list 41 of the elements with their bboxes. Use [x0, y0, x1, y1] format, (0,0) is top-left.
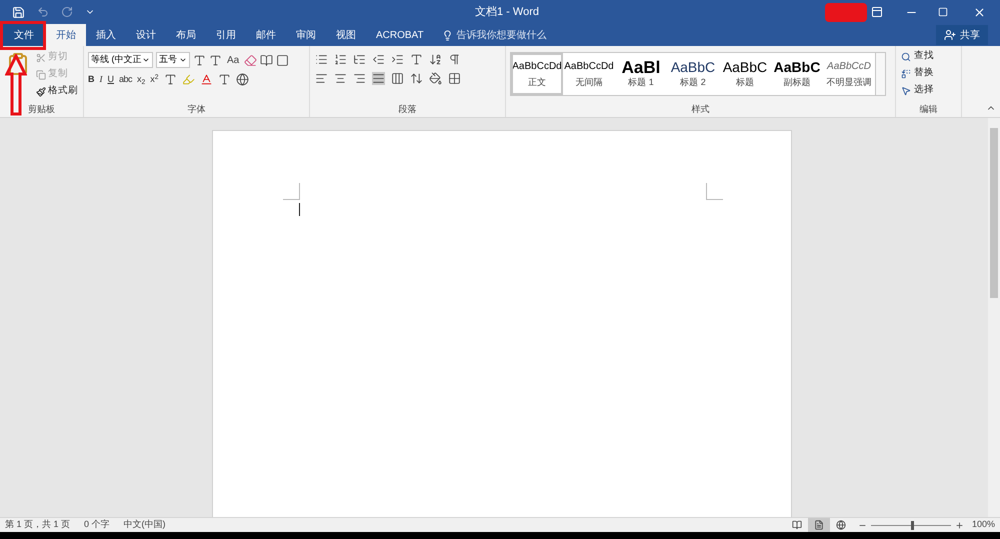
format-button[interactable]: B	[88, 73, 94, 86]
style-item[interactable]: AaBbC 副标题	[771, 53, 823, 95]
ribbon-tab[interactable]: ACROBAT	[366, 24, 434, 46]
group-label: 字体	[188, 103, 206, 116]
editing-button[interactable]: 查找	[901, 49, 956, 64]
format-button[interactable]: U	[108, 73, 114, 86]
share-button[interactable]: 共享	[936, 25, 988, 45]
group-label: 编辑	[920, 103, 938, 116]
group-label: 段落	[398, 103, 416, 116]
style-item[interactable]: AaBbCcDd 无间隔	[563, 53, 615, 95]
ribbon-tab[interactable]: 文件	[2, 24, 46, 46]
style-item[interactable]: AaBbC 标题	[719, 53, 771, 95]
ribbon-tab[interactable]: 设计	[126, 24, 166, 46]
font-name-field[interactable]: 等线 (中文正	[88, 52, 153, 68]
style-item[interactable]: AaBbCcD 不明显强调	[823, 53, 875, 95]
style-item[interactable]: AaBbC 标题 2	[667, 53, 719, 95]
ribbon-tab[interactable]: 布局	[166, 24, 206, 46]
format-button[interactable]: abc	[119, 73, 132, 86]
format-button[interactable]: x$_{2}$	[137, 73, 146, 86]
change-case-button[interactable]: Aa	[225, 52, 242, 68]
ribbon-tab[interactable]: 开始	[46, 24, 86, 46]
ribbon-tab[interactable]: 插入	[86, 24, 126, 46]
window-title: 文档1 - Word	[474, 4, 540, 20]
font-size-field[interactable]: 五号	[156, 52, 190, 68]
group-label: 样式	[692, 103, 710, 116]
ribbon-tab[interactable]: 视图	[326, 24, 366, 46]
format-button[interactable]: x$^{2}$	[150, 73, 159, 86]
zoom-level[interactable]: 100%	[972, 518, 995, 532]
style-item[interactable]: AaBl 标题 1	[615, 53, 667, 95]
editing-button[interactable]: 替换	[901, 66, 956, 81]
ribbon-tab[interactable]: 审阅	[286, 24, 326, 46]
tell-me-field[interactable]: 告诉我你想要做什么	[456, 28, 547, 42]
format-button[interactable]: I	[100, 73, 102, 86]
status-text[interactable]: 中文(中国)	[124, 518, 166, 532]
group-label: 剪贴板	[28, 103, 55, 116]
status-text[interactable]: 第 1 页，共 1 页	[5, 518, 70, 532]
ribbon-tab[interactable]: 引用	[206, 24, 246, 46]
status-text[interactable]: 0 个字	[84, 518, 110, 532]
editing-button[interactable]: 选择	[901, 83, 956, 98]
clipboard-button[interactable]: 格式刷	[36, 84, 78, 99]
ribbon-tab[interactable]: 邮件	[246, 24, 286, 46]
